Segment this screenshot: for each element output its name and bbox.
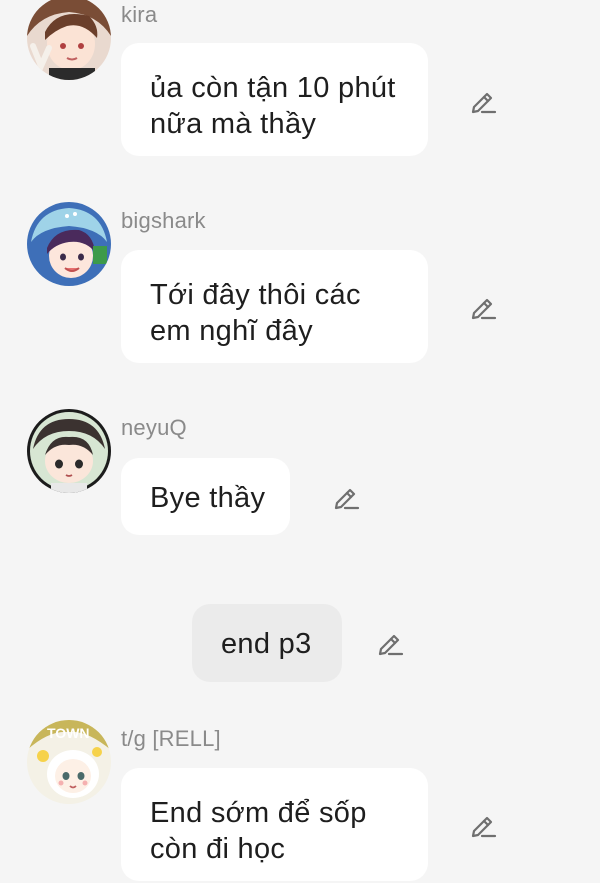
pencil-icon[interactable] — [331, 482, 361, 512]
avatar[interactable] — [27, 202, 111, 286]
message-bubble[interactable]: Tới đây thôi các em nghĩ đây — [121, 250, 428, 363]
avatar-logo-text: TOWN — [47, 725, 90, 741]
system-text: end p3 — [221, 628, 312, 660]
message-text-line: Tới đây thôi các — [150, 279, 361, 311]
pencil-icon[interactable] — [468, 810, 498, 840]
message-text-line: nữa mà thầy — [150, 108, 317, 140]
avatar[interactable] — [27, 409, 111, 493]
message-bubble[interactable]: End sớm để sốp còn đi học — [121, 768, 428, 881]
username: bigshark — [121, 208, 206, 233]
message-text-line: em nghĩ đây — [150, 315, 313, 347]
chat-thread: kira ủa còn tận 10 phút nữa mà thầy bigs… — [0, 0, 600, 883]
pencil-icon[interactable] — [468, 86, 498, 116]
avatar[interactable] — [27, 0, 111, 80]
message-bubble[interactable]: ủa còn tận 10 phút nữa mà thầy — [121, 43, 428, 156]
message-text-line: ủa còn tận 10 phút — [150, 72, 396, 104]
pencil-icon[interactable] — [468, 292, 498, 322]
system-bubble[interactable]: end p3 — [192, 604, 342, 682]
pencil-icon[interactable] — [375, 628, 405, 658]
message-text-line: còn đi học — [150, 833, 286, 865]
message-text-line: End sớm để sốp — [150, 797, 367, 829]
message-bubble[interactable]: Bye thầy — [121, 458, 290, 535]
username: t/g [RELL] — [121, 726, 221, 751]
message-text-line: Bye thầy — [150, 482, 266, 514]
username: neyuQ — [121, 415, 187, 440]
avatar[interactable]: TOWN — [27, 720, 111, 804]
username: kira — [121, 2, 158, 27]
